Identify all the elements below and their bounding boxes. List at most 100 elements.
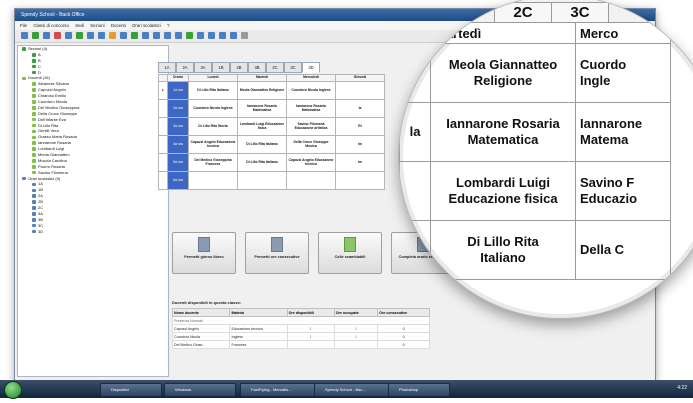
folder-icon <box>22 47 26 51</box>
taskbar-item[interactable]: FastFlying - Mercatis... <box>240 383 322 397</box>
column-header[interactable]: Materia <box>229 308 288 317</box>
magnified-cell[interactable]: Iannarone Matema <box>575 102 671 162</box>
schedule-cell[interactable]: Cuordoro Nicola Inglese <box>188 99 238 118</box>
table-row[interactable]: Del Medico Giuse... Francese 0 <box>171 340 430 349</box>
magnified-cell[interactable]: Lombardi Luigi Educazione fisica <box>430 161 576 221</box>
navigation-tree[interactable]: Sezioni (4) A B C D Docenti (16) Albanese Silv… <box>17 45 169 377</box>
taskbar-item[interactable]: Dispositivi <box>100 383 162 397</box>
available-teachers-panel: Docenti disponibili in questa classe: No… <box>171 300 472 370</box>
magnified-cell[interactable]: Iannarone Rosaria Matematica <box>430 102 576 162</box>
tree-item[interactable]: 3D <box>18 229 168 235</box>
menu-classi[interactable]: Classi di concorso <box>33 23 69 28</box>
taskbar-item[interactable]: Spendy School - Bac... <box>314 383 396 397</box>
schedule-cell[interactable]: la <box>335 99 385 118</box>
schedule-cell[interactable]: Savino Filomena Educazione artistica <box>286 117 336 136</box>
toolbar-button-icon[interactable] <box>164 32 171 39</box>
table-row[interactable]: Capozzi Angelo Educazione tecnica 1 1 0 <box>171 324 430 333</box>
menu-sedi[interactable]: Sedi <box>75 23 84 28</box>
taskbar-item[interactable]: Windows <box>164 383 236 397</box>
schedule-cell[interactable]: Capozzi Angelo Educazione tecnica <box>286 153 336 172</box>
swap-icon <box>344 237 356 252</box>
toolbar-button-icon[interactable] <box>230 32 237 39</box>
schedule-cell[interactable] <box>286 171 336 190</box>
free-day-button[interactable]: Permetti giorno libero <box>172 232 236 274</box>
schedule-cell[interactable]: Lombardi Luigi Educazione fisica <box>237 117 287 136</box>
toolbar-button-icon[interactable] <box>186 32 193 39</box>
schedule-cell[interactable] <box>335 81 385 100</box>
magnified-tab-3c[interactable]: 3C <box>551 2 609 23</box>
schedule-cell[interactable]: Iannarone Rosaria Matematica <box>286 99 336 118</box>
tab-3d[interactable]: 3D <box>302 62 320 73</box>
magnified-cell[interactable]: Savino F Educazio <box>575 161 671 221</box>
toolbar-button-icon[interactable] <box>142 32 149 39</box>
swappable-cells-button[interactable]: Celle scambiabili <box>318 232 382 274</box>
node-icon <box>32 123 36 128</box>
schedule-cell[interactable]: Del Medico Giuseppina Francese <box>188 153 238 172</box>
tab-1b[interactable]: 1B <box>212 62 230 73</box>
schedule-cell[interactable]: Di Lillo Rita Storia <box>188 117 238 136</box>
row-marker: ▸ <box>158 81 168 100</box>
menu-file[interactable]: File <box>20 23 27 28</box>
tab-2c[interactable]: 2C <box>266 62 284 73</box>
toolbar-button-icon[interactable] <box>131 32 138 39</box>
magnified-cell[interactable]: Meola Giannatteo Religione <box>430 43 576 103</box>
schedule-cell[interactable]: Della Croce Giuseppe Musica <box>286 135 336 154</box>
menu-orari[interactable]: Orari scolastici <box>132 23 161 28</box>
column-header[interactable]: Ore disponibili <box>286 308 335 317</box>
tab-2a[interactable]: 2A <box>176 62 194 73</box>
table-row[interactable]: Cuordoro Nicola Inglese 1 1 0 <box>171 332 430 341</box>
toolbar-button-icon[interactable] <box>32 32 39 39</box>
schedule-cell[interactable]: Di Lillo Rita Italiano <box>237 135 287 154</box>
magnified-edge-cell <box>399 220 431 280</box>
menu-docenti[interactable]: Docenti <box>111 23 126 28</box>
schedule-cell[interactable] <box>188 171 238 190</box>
toolbar-button-icon[interactable] <box>197 32 204 39</box>
tree-item-label: Del Medico Giuseppina <box>38 104 80 110</box>
toolbar-button-icon[interactable] <box>175 32 182 39</box>
schedule-cell[interactable]: Im <box>335 135 385 154</box>
schedule-cell[interactable]: Cuordoro Nicola Inglese <box>286 81 336 100</box>
schedule-cell[interactable]: Meola Giannatteo Religione <box>237 81 287 100</box>
toolbar-button-icon[interactable] <box>43 32 50 39</box>
toolbar-button-icon[interactable] <box>54 32 61 39</box>
tab-3c[interactable]: 3C <box>284 62 302 73</box>
start-button-icon[interactable] <box>4 381 22 399</box>
toolbar-button-icon[interactable] <box>219 32 226 39</box>
schedule-cell[interactable] <box>335 171 385 190</box>
toolbar-button-icon[interactable] <box>208 32 215 39</box>
toolbar-button-icon[interactable] <box>109 32 116 39</box>
menu-sezioni[interactable]: Sezioni <box>90 23 104 28</box>
toolbar-button-icon[interactable] <box>241 32 248 39</box>
schedule-cell[interactable]: Iannarone Rosaria Matematica <box>237 99 287 118</box>
column-header[interactable]: Ore consecutive <box>377 308 430 317</box>
tab-2b[interactable]: 2B <box>230 62 248 73</box>
toolbar-button-icon[interactable] <box>120 32 127 39</box>
hour-cell: 2a ora <box>167 99 189 118</box>
toolbar-button-icon[interactable] <box>76 32 83 39</box>
schedule-cell[interactable]: Capozzi Angelo Educazione tecnica <box>188 135 238 154</box>
taskbar-item[interactable]: Photoshop <box>388 383 450 397</box>
toolbar-button-icon[interactable] <box>65 32 72 39</box>
tab-1a[interactable]: 1A <box>158 62 176 73</box>
toolbar-button-icon[interactable] <box>21 32 28 39</box>
schedule-cell[interactable]: Di Lillo Rita Italiano <box>188 81 238 100</box>
tab-3b[interactable]: 3B <box>248 62 266 73</box>
consecutive-hours-button[interactable]: Permetti ore consecutive <box>245 232 309 274</box>
tree-item-label: 3D <box>38 228 44 234</box>
magnified-tab-2c[interactable]: 2C <box>494 2 552 23</box>
column-header[interactable]: Ore occupate <box>333 308 379 317</box>
tree-item-label: A <box>38 51 41 57</box>
column-header[interactable]: Nome docente <box>171 308 231 317</box>
schedule-cell[interactable]: Im <box>335 153 385 172</box>
magnified-cell[interactable]: Di Lillo Rita Italiano <box>430 220 576 280</box>
toolbar-button-icon[interactable] <box>87 32 94 39</box>
tab-3a[interactable]: 3A <box>194 62 212 73</box>
schedule-cell[interactable]: Di Lillo Rita Italiano <box>237 153 287 172</box>
menu-help[interactable]: ? <box>167 23 169 28</box>
toolbar-button-icon[interactable] <box>98 32 105 39</box>
magnified-cell[interactable]: Cuordo Ingle <box>575 43 671 103</box>
magnified-cell[interactable]: Della C <box>575 220 671 280</box>
schedule-cell[interactable]: Ri <box>335 117 385 136</box>
schedule-cell[interactable] <box>237 171 287 190</box>
toolbar-button-icon[interactable] <box>153 32 160 39</box>
